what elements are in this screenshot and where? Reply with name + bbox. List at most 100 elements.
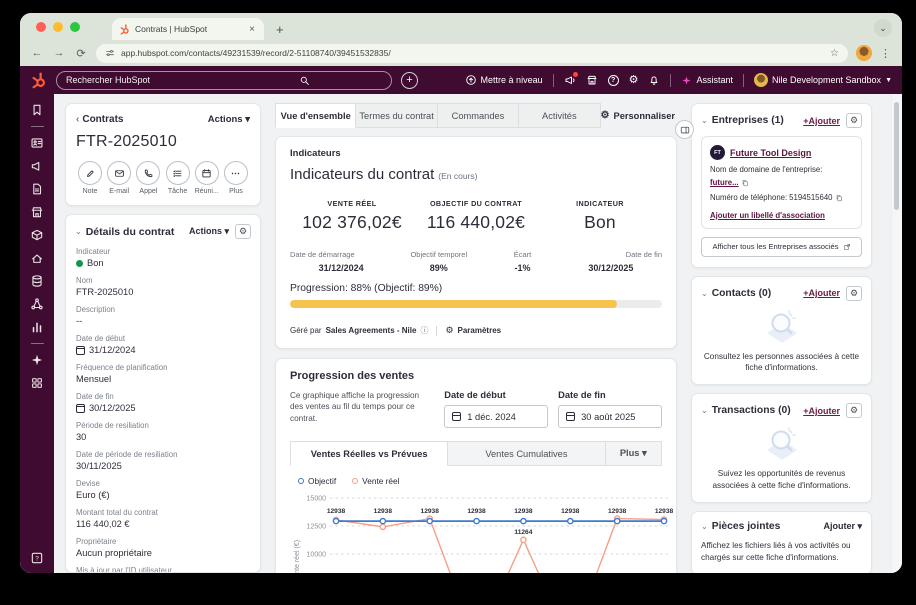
- crm-icon[interactable]: [30, 136, 44, 150]
- collapse-chevron-icon[interactable]: ⌄: [701, 522, 708, 531]
- quick-action-call[interactable]: Appel: [134, 161, 162, 195]
- add-association-label-link[interactable]: Ajouter un libellé d'association: [710, 211, 853, 220]
- browser-tab[interactable]: Contrats | HubSpot ×: [112, 18, 264, 40]
- maximize-window-button[interactable]: [70, 21, 80, 32]
- company-domain-link[interactable]: future...: [710, 178, 739, 189]
- add-attachment-dropdown[interactable]: Ajouter ▾: [823, 521, 862, 532]
- sparkle-icon[interactable]: [30, 353, 44, 367]
- nav-divider: [670, 73, 672, 87]
- notifications-bell-icon[interactable]: [648, 74, 660, 86]
- status-suffix: (En cours): [438, 171, 478, 181]
- scrollbar-thumb[interactable]: [894, 102, 899, 210]
- chart-tab-ventes-reelles[interactable]: Ventes Réelles vs Prévues: [290, 441, 449, 466]
- bars-icon[interactable]: [30, 320, 44, 334]
- property-value[interactable]: FTR-2025010: [76, 287, 250, 297]
- browser-profile-avatar[interactable]: [856, 45, 872, 61]
- add-contact-link[interactable]: +Ajouter: [803, 288, 840, 298]
- copy-icon[interactable]: [741, 179, 749, 187]
- collapse-chevron-icon[interactable]: ⌄: [75, 227, 82, 236]
- db-icon[interactable]: [30, 274, 44, 288]
- property-value[interactable]: 30: [76, 432, 250, 442]
- property-value[interactable]: Aucun propriétaire: [76, 548, 250, 558]
- house-icon[interactable]: [30, 251, 44, 265]
- refresh-button[interactable]: ⟳: [74, 47, 88, 60]
- tab-list-chevron-icon[interactable]: ⌄: [874, 19, 892, 37]
- browser-tab-strip: Contrats | HubSpot × + ⌄: [20, 13, 902, 40]
- collapse-chevron-icon[interactable]: ⌄: [701, 406, 708, 415]
- back-to-contracts-link[interactable]: ‹ Contrats: [76, 114, 123, 125]
- contacts-settings-icon[interactable]: ⚙: [846, 285, 862, 301]
- tab-commandes[interactable]: Commandes: [437, 103, 520, 128]
- svg-text:12500: 12500: [307, 524, 327, 531]
- forward-button[interactable]: →: [52, 47, 66, 59]
- content-icon[interactable]: [30, 182, 44, 196]
- minimize-window-button[interactable]: [53, 21, 63, 32]
- property-value[interactable]: Euro (€): [76, 490, 250, 500]
- collapse-right-panel-button[interactable]: [675, 120, 694, 139]
- collapse-chevron-icon[interactable]: ⌄: [701, 289, 708, 298]
- help-icon[interactable]: ?: [607, 74, 619, 86]
- date-start-input[interactable]: 1 déc. 2024: [444, 405, 549, 428]
- svg-text:10000: 10000: [307, 552, 327, 559]
- site-settings-icon[interactable]: [105, 48, 115, 58]
- megaphone-icon[interactable]: [30, 159, 44, 173]
- grid-icon[interactable]: [30, 376, 44, 390]
- add-transaction-link[interactable]: +Ajouter: [803, 406, 840, 416]
- company-name-link[interactable]: Future Tool Design: [730, 148, 811, 158]
- tab-termes-du-contrat[interactable]: Termes du contrat: [356, 103, 438, 128]
- tab-activit-s[interactable]: Activités: [519, 103, 601, 128]
- copy-icon[interactable]: [835, 194, 843, 202]
- settings-gear-icon[interactable]: ⚙: [629, 74, 639, 86]
- close-window-button[interactable]: [36, 21, 46, 32]
- box-icon[interactable]: [30, 228, 44, 242]
- quick-action-email[interactable]: E-mail: [105, 161, 133, 195]
- assistant-button[interactable]: Assistant: [681, 75, 733, 86]
- new-tab-button[interactable]: +: [276, 22, 284, 37]
- property-value[interactable]: 116 440,02 €: [76, 519, 250, 529]
- record-actions-dropdown[interactable]: Actions ▾: [208, 114, 250, 125]
- help-square-icon[interactable]: ?: [30, 551, 44, 565]
- property-value[interactable]: Bon: [76, 258, 250, 268]
- hubspot-logo-icon[interactable]: [30, 72, 47, 89]
- property-value[interactable]: Mensuel: [76, 374, 250, 384]
- quick-action-more[interactable]: Plus: [222, 161, 250, 195]
- marketing-sms-icon[interactable]: [564, 72, 578, 86]
- global-search-input[interactable]: Rechercher HubSpot: [56, 70, 392, 90]
- hubspot-top-nav: Rechercher HubSpot + Mettre à niveau ? ⚙…: [20, 66, 902, 94]
- account-menu[interactable]: Nile Development Sandbox ▼: [753, 73, 892, 87]
- back-button[interactable]: ←: [30, 47, 44, 59]
- parametres-link[interactable]: Paramètres: [458, 326, 502, 335]
- bookmark-star-icon[interactable]: ☆: [830, 48, 839, 59]
- browser-menu-icon[interactable]: ⋮: [880, 47, 892, 60]
- address-bar[interactable]: app.hubspot.com/contacts/49231539/record…: [96, 43, 848, 63]
- transactions-settings-icon[interactable]: ⚙: [846, 403, 862, 419]
- legend-item-vente-réel[interactable]: Vente réel: [352, 476, 400, 486]
- info-icon[interactable]: ⓘ: [420, 325, 428, 336]
- date-end-input[interactable]: 30 août 2025: [558, 405, 663, 428]
- personalize-button[interactable]: ⚙ Personnaliser: [601, 103, 677, 128]
- add-entreprise-link[interactable]: +Ajouter: [803, 116, 840, 126]
- details-settings-icon[interactable]: ⚙: [235, 224, 251, 239]
- tab-close-icon[interactable]: ×: [247, 24, 257, 35]
- tab-vue-d-ensemble[interactable]: Vue d'ensemble: [275, 103, 357, 128]
- property-value[interactable]: 31/12/2024: [76, 345, 250, 355]
- share-icon[interactable]: [30, 297, 44, 311]
- details-actions-dropdown[interactable]: Actions ▾: [189, 226, 229, 237]
- shop-icon[interactable]: [30, 205, 44, 219]
- marketplace-icon[interactable]: [586, 74, 598, 86]
- quick-action-task[interactable]: Tâche: [164, 161, 192, 195]
- quick-create-button[interactable]: +: [401, 71, 418, 89]
- quick-action-note[interactable]: Note: [76, 161, 104, 195]
- property-value[interactable]: --: [76, 316, 250, 326]
- quick-action-meeting[interactable]: Réuni...: [193, 161, 221, 195]
- entreprises-settings-icon[interactable]: ⚙: [846, 113, 862, 128]
- chart-tab-ventes-cumulatives[interactable]: Ventes Cumulatives: [448, 441, 606, 466]
- chart-tab-more-dropdown[interactable]: Plus ▾: [605, 441, 663, 466]
- view-all-entreprises-button[interactable]: Afficher tous les Entreprises associés: [701, 236, 862, 257]
- upgrade-button[interactable]: Mettre à niveau: [465, 74, 543, 86]
- property-value[interactable]: 30/11/2025: [76, 461, 250, 471]
- bookmark-icon[interactable]: [30, 103, 44, 117]
- property-value[interactable]: 30/12/2025: [76, 403, 250, 413]
- collapse-chevron-icon[interactable]: ⌄: [701, 116, 708, 125]
- legend-item-objectif[interactable]: Objectif: [298, 476, 336, 486]
